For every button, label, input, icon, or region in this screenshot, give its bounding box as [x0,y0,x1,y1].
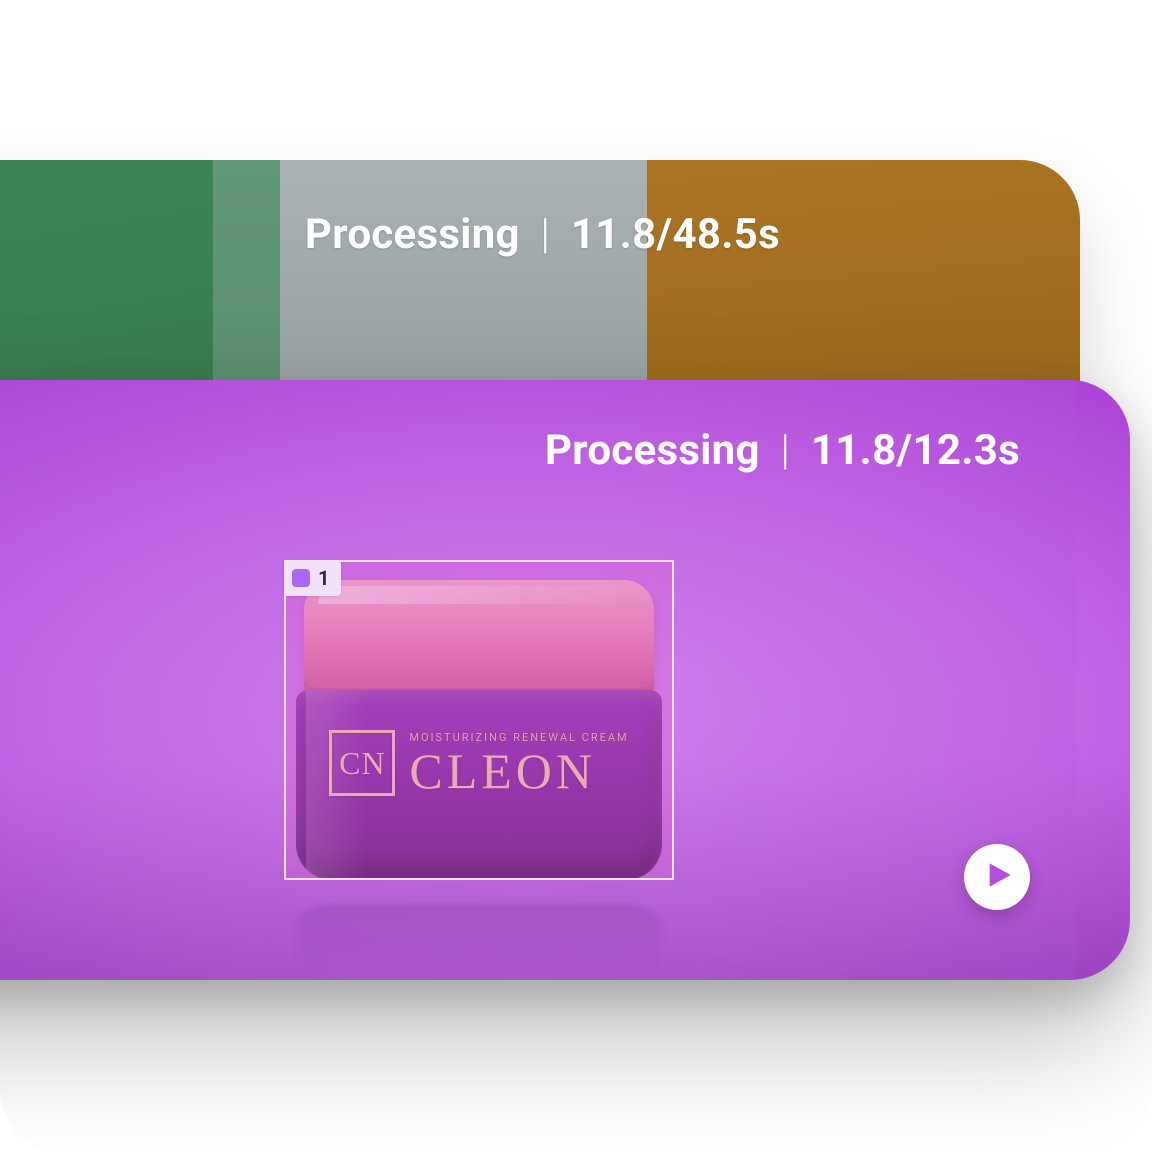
status-readout: Processing | 11.8/12.3s [545,426,1020,475]
time-text: 11.8/12.3s [811,426,1020,475]
detection-fill [286,562,672,878]
play-button[interactable] [964,844,1030,910]
detection-chip[interactable]: 1 [284,560,341,596]
status-readout: Processing | 11.8/48.5s [305,210,780,259]
play-icon [981,861,1013,893]
time-text: 11.8/48.5s [571,210,780,259]
detection-id: 1 [318,566,329,590]
detection-swatch [292,569,310,587]
divider: | [771,426,801,475]
status-label: Processing [545,426,760,475]
status-label: Processing [305,210,520,259]
canvas: Chips Punch! Processing | 11.8/48.5s [0,0,1152,1152]
detection-bbox: 1 [284,560,674,880]
divider: | [531,210,561,259]
video-card-front: CN MOISTURIZING RENEWAL CREAM CLEON 1 Pr… [0,380,1130,980]
